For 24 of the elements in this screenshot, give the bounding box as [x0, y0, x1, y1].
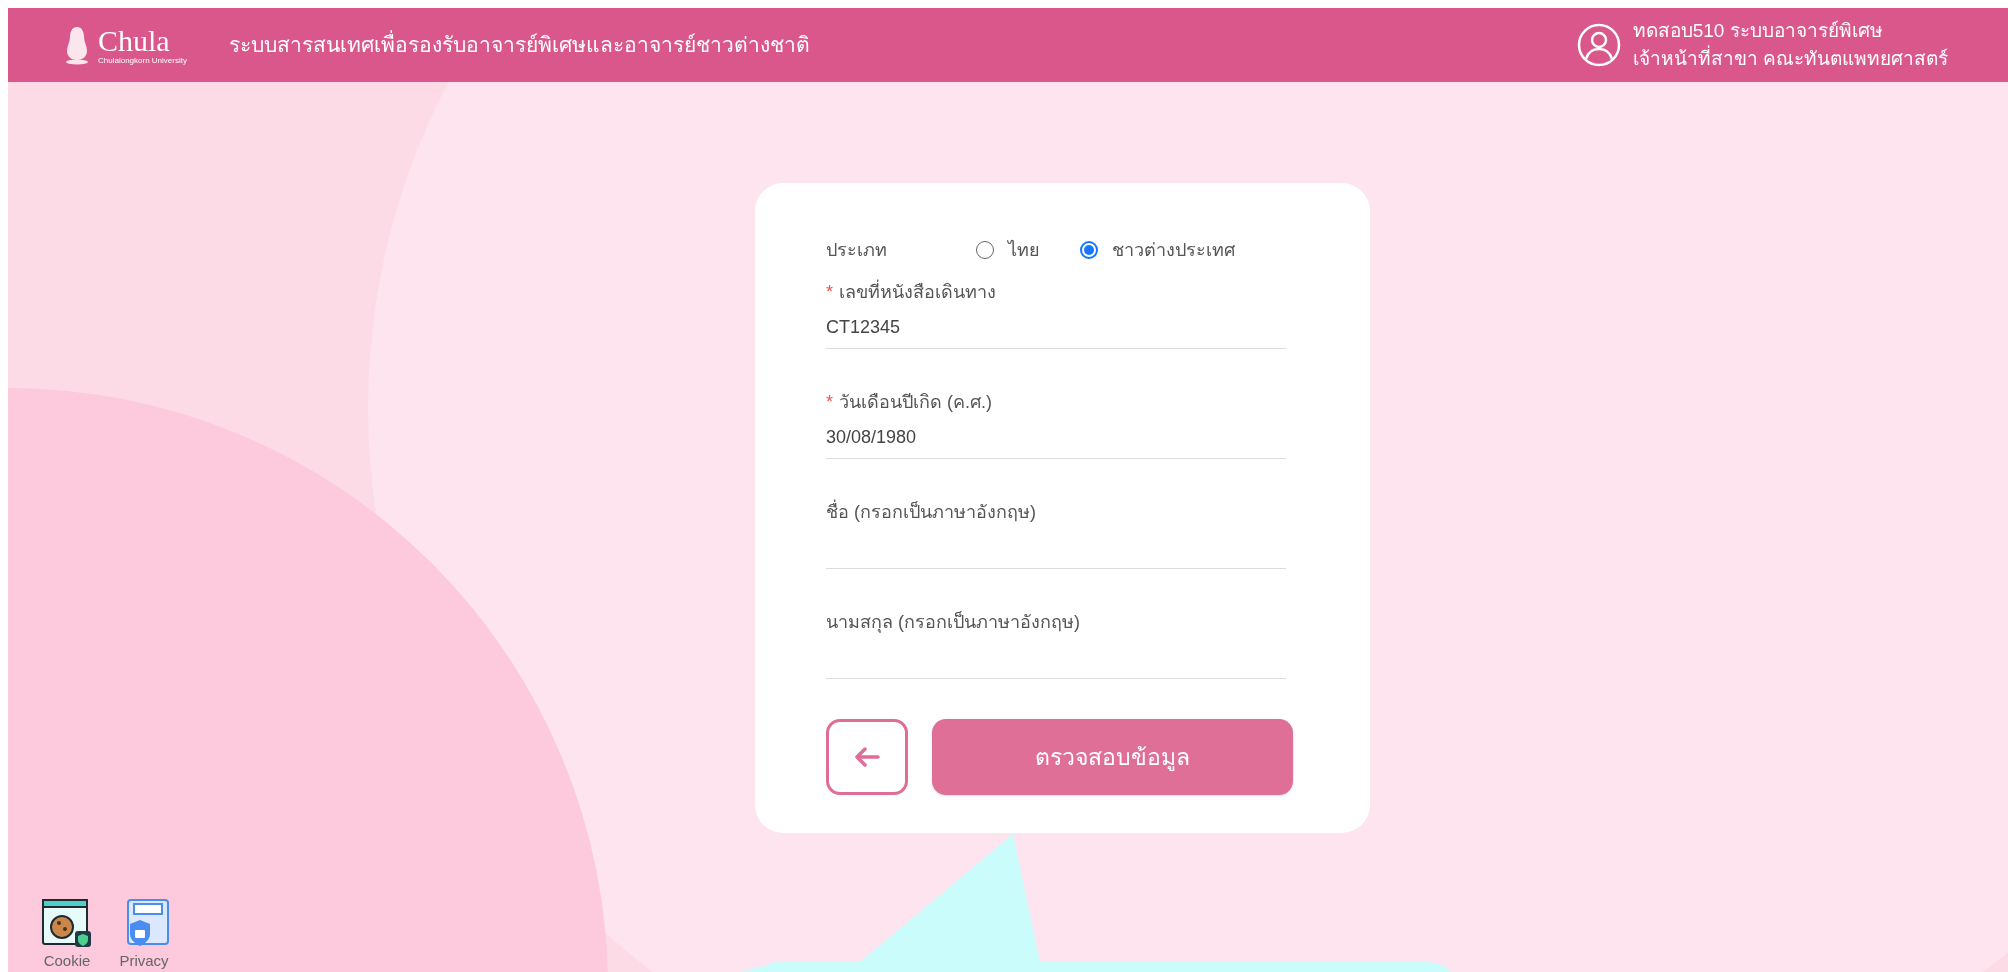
- footer-link-label[interactable]: Cookie: [43, 950, 91, 972]
- user-role: เจ้าหน้าที่สาขา คณะทันตแพทยศาสตร์: [1632, 45, 1948, 73]
- text-field[interactable]: CT12345: [826, 307, 1286, 349]
- back-arrow-icon: [854, 746, 880, 768]
- verify-button[interactable]: ตรวจสอบข้อมูล: [932, 719, 1293, 795]
- radio-label: ไทย: [1008, 238, 1040, 262]
- required-mark: *: [826, 390, 833, 414]
- user-icon: [1576, 23, 1621, 67]
- logo-text: Chula: [98, 25, 171, 56]
- field-label: ชื่อ (กรอกเป็นภาษาอังกฤษ): [826, 498, 1036, 524]
- type-label: ประเภท: [826, 238, 888, 262]
- footer-link-label[interactable]: Privacy: [119, 950, 169, 972]
- field-label: นามสกุล (กรอกเป็นภาษาอังกฤษ): [826, 610, 1080, 635]
- field-label: วันเดือนปีเกิด (ค.ศ.): [839, 390, 992, 414]
- text-field[interactable]: 30/08/1980: [826, 417, 1286, 459]
- radio-button[interactable]: [1080, 241, 1098, 259]
- cookie-icon: [42, 898, 92, 948]
- user-name: ทดสอบ510 ระบบอาจารย์พิเศษ: [1632, 19, 1884, 43]
- radio-label: ชาวต่างประเทศ: [1112, 238, 1235, 262]
- back-button[interactable]: [826, 719, 908, 795]
- field-label: เลขที่หนังสือเดินทาง: [839, 278, 996, 304]
- required-mark: *: [826, 280, 833, 304]
- logo-subtext: Chulalongkorn University: [98, 56, 187, 65]
- app-title: ระบบสารสนเทศเพื่อรองรับอาจารย์พิเศษและอาจารย์ชาวต่างชาติ: [228, 29, 810, 61]
